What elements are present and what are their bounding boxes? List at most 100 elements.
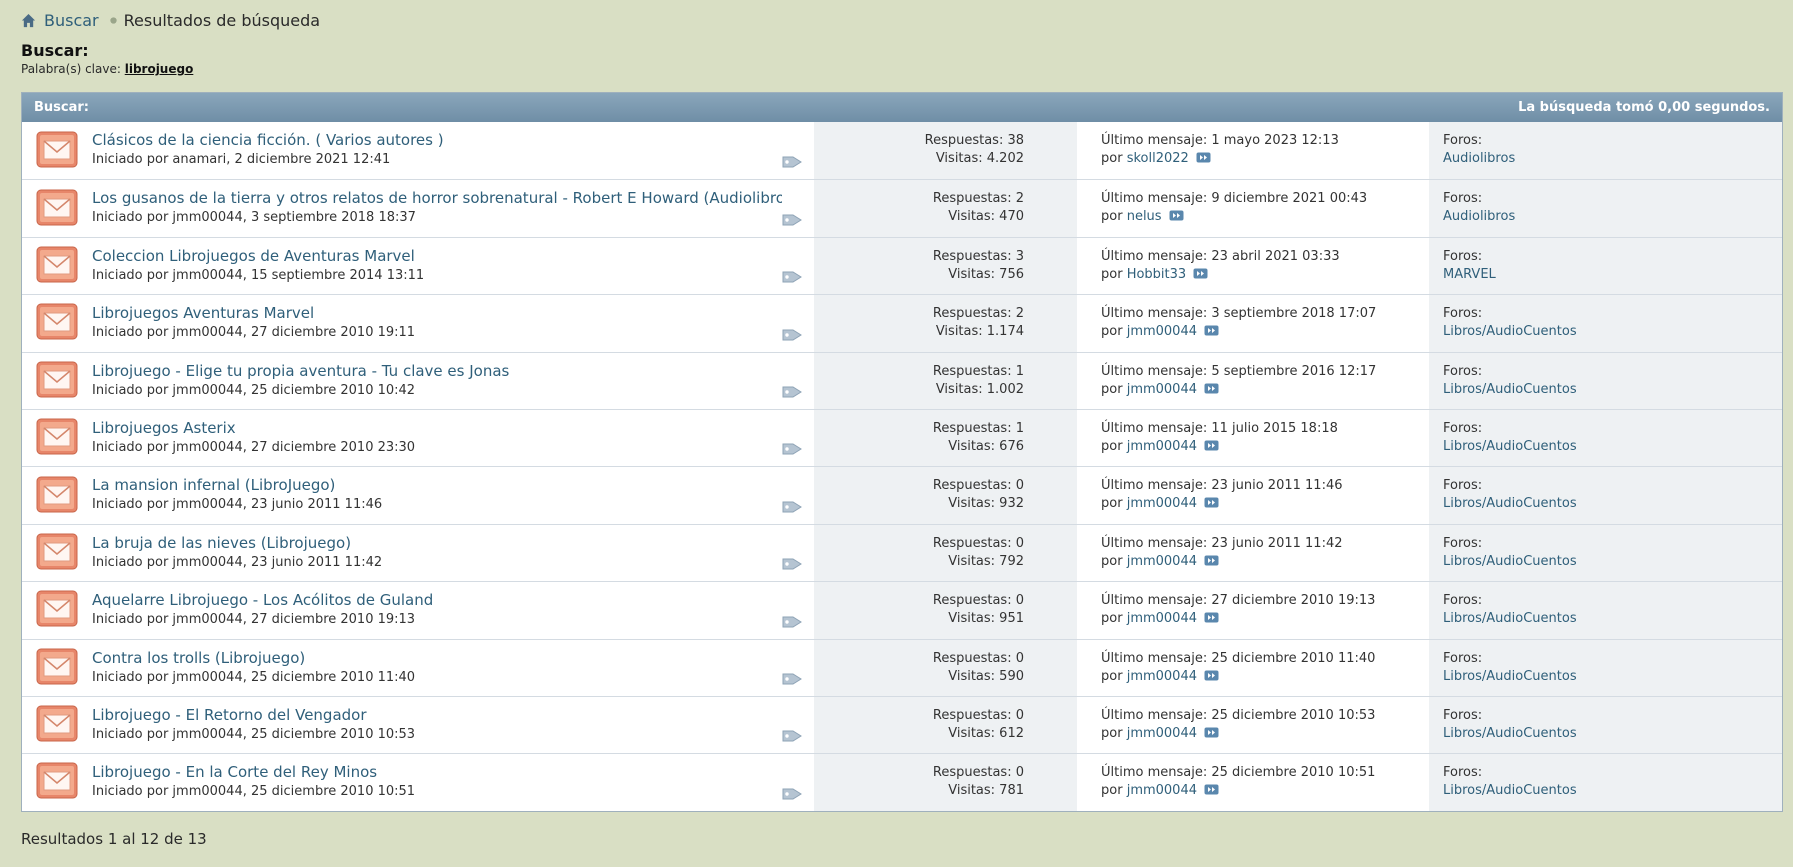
last-post-user-link[interactable]: nelus: [1127, 209, 1162, 224]
go-to-last-post-icon[interactable]: [1197, 611, 1219, 626]
forum-link[interactable]: Libros/AudioCuentos: [1443, 726, 1577, 741]
thread-title-link[interactable]: La bruja de las nieves (Librojuego): [92, 533, 782, 553]
forum-link[interactable]: Libros/AudioCuentos: [1443, 783, 1577, 798]
thread-title-link[interactable]: Librojuego - El Retorno del Vengador: [92, 705, 782, 725]
go-to-last-post-icon[interactable]: [1197, 669, 1219, 684]
search-keywords: Palabra(s) clave: librojuego: [21, 61, 193, 77]
envelope-icon[interactable]: [36, 359, 78, 403]
search-header: Buscar: Palabra(s) clave: librojuego: [21, 41, 193, 77]
go-to-last-post-icon[interactable]: [1197, 382, 1219, 397]
forum-link[interactable]: Libros/AudioCuentos: [1443, 439, 1577, 454]
breadcrumb-current: Resultados de búsqueda: [123, 10, 321, 30]
thread-title-link[interactable]: Aquelarre Librojuego - Los Acólitos de G…: [92, 590, 782, 610]
forum-link[interactable]: MARVEL: [1443, 267, 1496, 282]
stats-cell: Respuestas: 0 Visitas: 781: [814, 754, 1077, 811]
envelope-icon[interactable]: [36, 703, 78, 747]
home-icon[interactable]: [21, 13, 36, 28]
envelope-icon[interactable]: [36, 416, 78, 460]
last-post-user-link[interactable]: jmm00044: [1127, 611, 1197, 626]
by-prefix: por: [1101, 151, 1123, 166]
keyword-link[interactable]: librojuego: [125, 62, 194, 76]
last-post-user-link[interactable]: jmm00044: [1127, 554, 1197, 569]
thread-title-link[interactable]: Librojuegos Asterix: [92, 418, 782, 438]
results-count: Resultados 1 al 12 de 13: [21, 830, 207, 848]
thread-cell: Contra los trolls (Librojuego) Iniciado p…: [92, 640, 814, 696]
replies-count: Respuestas: 0: [932, 765, 1024, 781]
go-to-last-post-icon[interactable]: [1197, 496, 1219, 511]
forum-cell: Foros: Libros/AudioCuentos: [1429, 352, 1782, 409]
thread-started: Iniciado por jmm00044, 27 diciembre 2010…: [92, 325, 416, 341]
last-post-cell: Último mensaje: 23 junio 2011 11:42 por j…: [1077, 525, 1429, 581]
by-prefix: por: [1101, 553, 1123, 569]
forum-label: Foros:: [1443, 133, 1483, 148]
breadcrumb-link-buscar[interactable]: Buscar: [44, 11, 99, 30]
last-post-user-link[interactable]: jmm00044: [1127, 496, 1197, 511]
envelope-icon[interactable]: [36, 588, 78, 632]
by-prefix: por: [1101, 438, 1123, 454]
envelope-icon[interactable]: [36, 244, 78, 288]
views-count: Visitas: 951: [948, 611, 1024, 627]
envelope-icon[interactable]: [36, 646, 78, 690]
go-to-last-post-icon[interactable]: [1162, 209, 1184, 224]
thread-title-link[interactable]: Librojuego - En la Corte del Rey Minos: [92, 762, 782, 782]
forum-cell: Foros: Libros/AudioCuentos: [1429, 524, 1782, 582]
go-to-last-post-icon[interactable]: [1197, 726, 1219, 741]
thread-title-link[interactable]: Los gusanos de la tierra y otros relatos…: [92, 188, 782, 208]
thread-title-link[interactable]: Coleccion Librojuegos de Aventuras Marve…: [92, 246, 782, 266]
last-post-by: por jmm00044: [1101, 553, 1429, 571]
thread-title-link[interactable]: Clásicos de la ciencia ficción. ( Varios…: [92, 130, 782, 150]
stats-cell: Respuestas: 38 Visitas: 4.202: [814, 122, 1077, 180]
thread-cell: Librojuegos Asterix Iniciado por jmm00044…: [92, 410, 814, 466]
thread-title-link[interactable]: Contra los trolls (Librojuego): [92, 648, 782, 668]
envelope-icon[interactable]: [36, 531, 78, 575]
last-post-date: Último mensaje: 3 septiembre 2018 17:07: [1101, 306, 1377, 322]
last-post-user-link[interactable]: jmm00044: [1127, 783, 1197, 798]
thread-title-link[interactable]: Librojuegos Aventuras Marvel: [92, 303, 782, 323]
last-post-user-link[interactable]: jmm00044: [1127, 726, 1197, 741]
last-post-user-link[interactable]: jmm00044: [1127, 324, 1197, 339]
forum-label: Foros:: [1443, 248, 1483, 264]
go-to-last-post-icon[interactable]: [1197, 324, 1219, 339]
last-post-date: Último mensaje: 1 mayo 2023 12:13: [1101, 133, 1339, 148]
by-prefix: por: [1101, 324, 1123, 340]
envelope-icon[interactable]: [36, 187, 78, 231]
last-post-user-link[interactable]: Hobbit33: [1127, 267, 1186, 282]
thread-title-link[interactable]: Librojuego - Elige tu propia aventura - …: [92, 361, 782, 381]
go-to-last-post-icon[interactable]: [1197, 783, 1219, 798]
thread-title-link[interactable]: La mansion infernal (LibroJuego): [92, 475, 782, 495]
go-to-last-post-icon[interactable]: [1189, 151, 1211, 166]
go-to-last-post-icon[interactable]: [1186, 267, 1208, 282]
last-post-by: por jmm00044: [1101, 438, 1429, 456]
last-post-user-link[interactable]: jmm00044: [1127, 382, 1197, 397]
views-count: Visitas: 676: [948, 438, 1024, 454]
go-to-last-post-icon[interactable]: [1197, 439, 1219, 454]
envelope-icon[interactable]: [36, 301, 78, 345]
thread-cell: Los gusanos de la tierra y otros relatos…: [92, 180, 814, 236]
forum-link[interactable]: Libros/AudioCuentos: [1443, 611, 1577, 626]
views-count: Visitas: 932: [948, 496, 1024, 512]
row-icon-cell: [22, 640, 92, 696]
forum-cell: Foros: Libros/AudioCuentos: [1429, 696, 1782, 754]
envelope-icon[interactable]: [36, 129, 78, 173]
envelope-icon[interactable]: [36, 760, 78, 804]
thread-started: Iniciado por jmm00044, 25 diciembre 2010…: [92, 784, 416, 800]
forum-link[interactable]: Libros/AudioCuentos: [1443, 382, 1577, 397]
forum-cell: Foros: Libros/AudioCuentos: [1429, 582, 1782, 639]
last-post-user-link[interactable]: jmm00044: [1127, 439, 1197, 454]
go-to-last-post-icon[interactable]: [1197, 554, 1219, 569]
forum-link[interactable]: Libros/AudioCuentos: [1443, 669, 1577, 684]
forum-label: Foros:: [1443, 420, 1483, 436]
forum-link[interactable]: Libros/AudioCuentos: [1443, 496, 1577, 511]
last-post-by: por jmm00044: [1101, 323, 1429, 341]
panel-title: Buscar:: [34, 100, 89, 115]
forum-link[interactable]: Libros/AudioCuentos: [1443, 324, 1577, 339]
last-post-cell: Último mensaje: 3 septiembre 2018 17:07 p…: [1077, 295, 1429, 351]
thread-cell: Clásicos de la ciencia ficción. ( Varios…: [92, 122, 814, 179]
last-post-user-link[interactable]: skoll2022: [1127, 151, 1189, 166]
envelope-icon[interactable]: [36, 474, 78, 518]
last-post-user-link[interactable]: jmm00044: [1127, 669, 1197, 684]
forum-link[interactable]: Libros/AudioCuentos: [1443, 554, 1577, 569]
thread-cell: Librojuegos Aventuras Marvel Iniciado por…: [92, 295, 814, 351]
forum-link[interactable]: Audiolibros: [1443, 151, 1515, 166]
forum-link[interactable]: Audiolibros: [1443, 209, 1515, 224]
